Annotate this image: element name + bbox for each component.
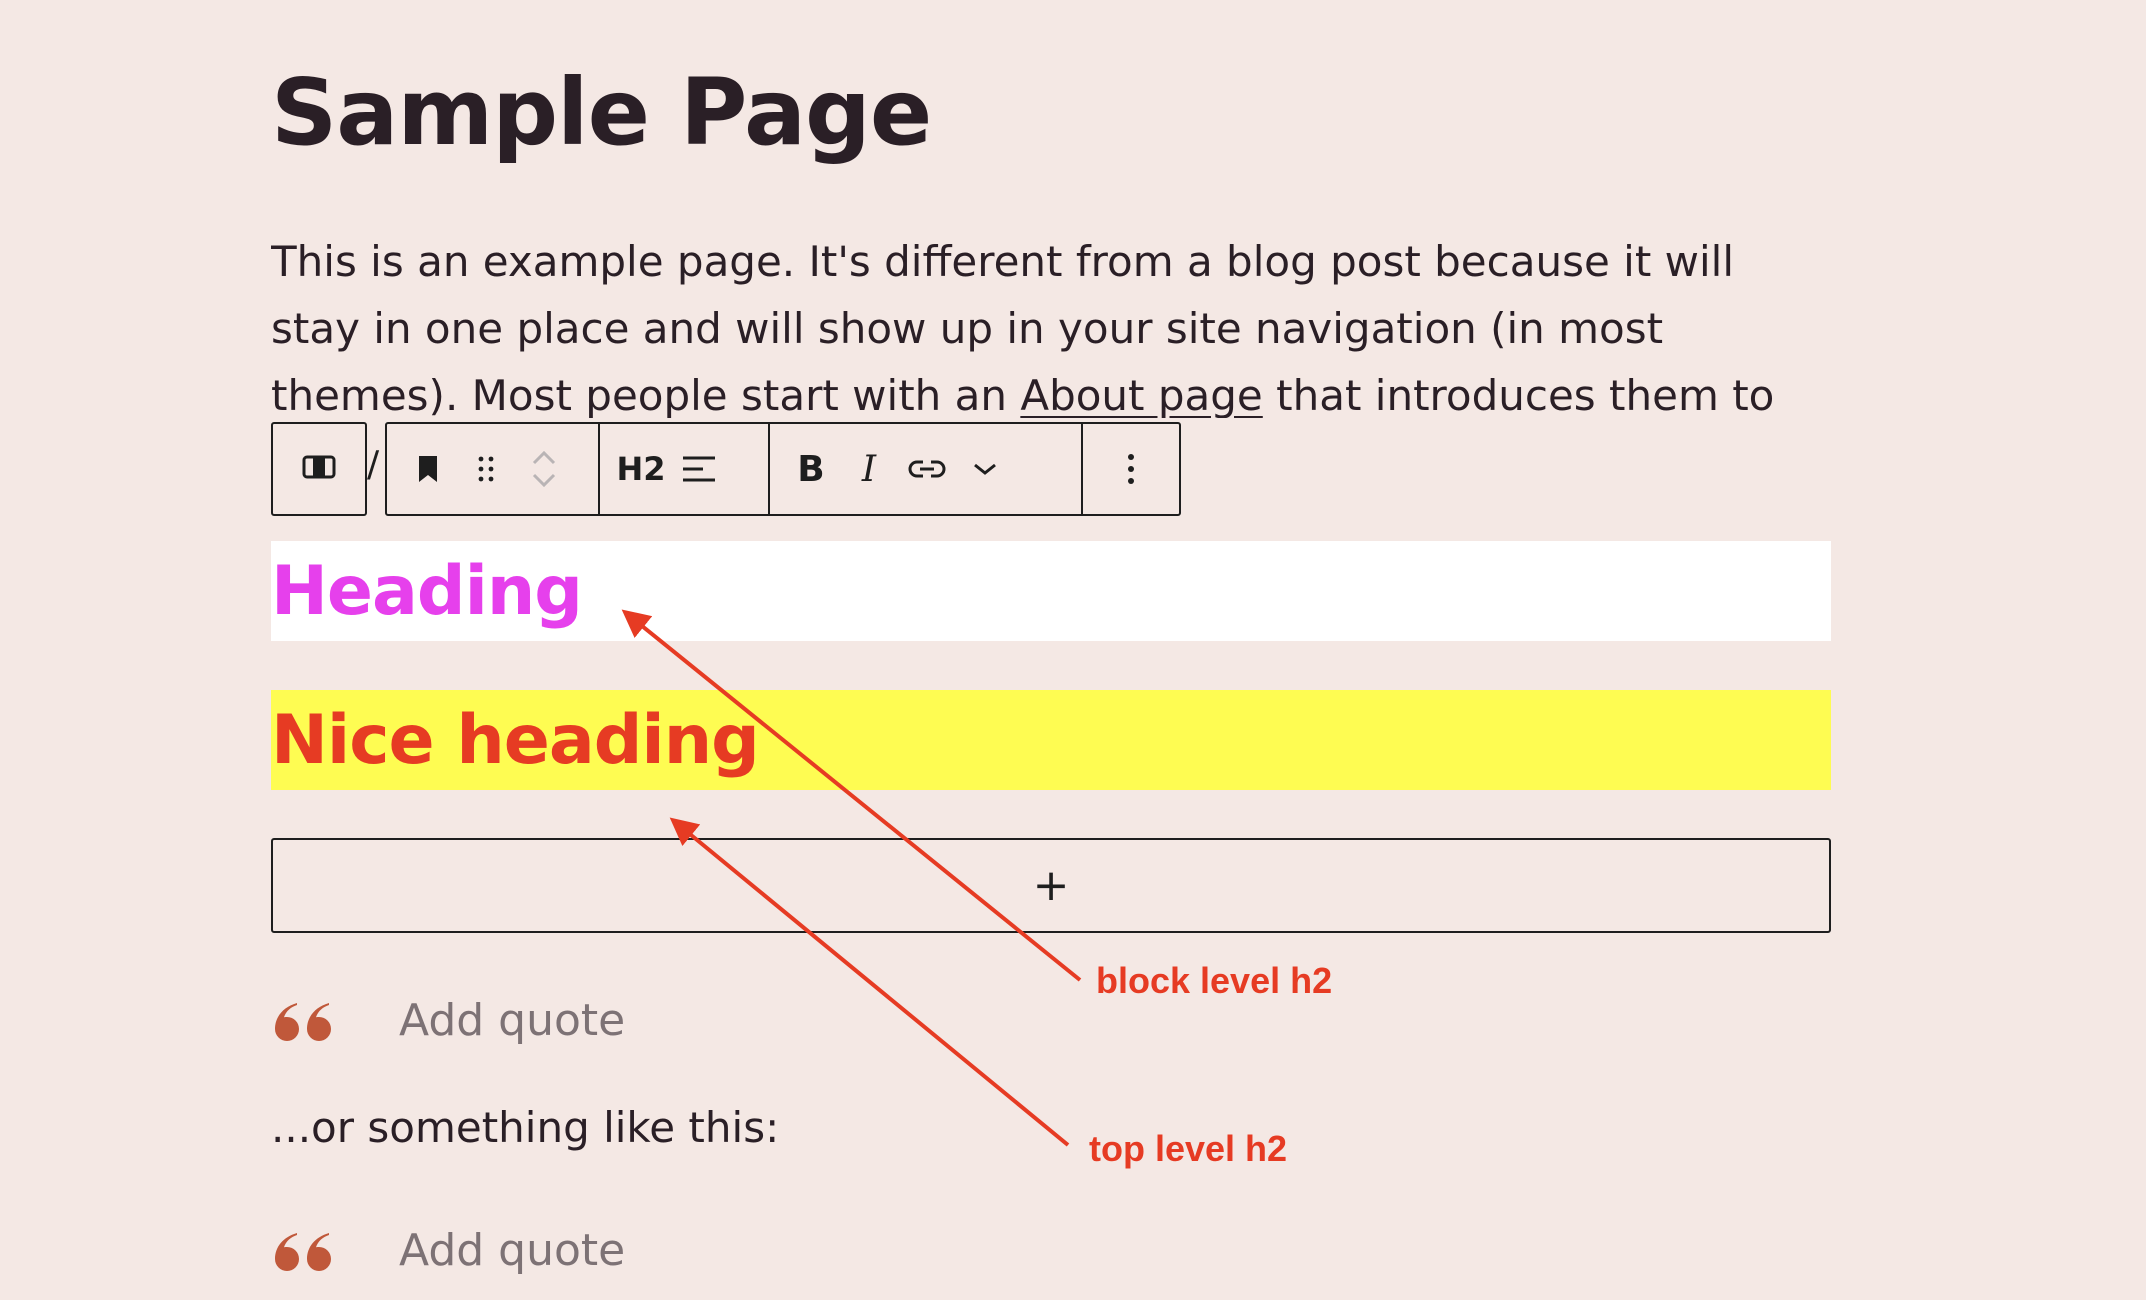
add-block-button[interactable]: + xyxy=(271,838,1831,933)
chevron-down-icon[interactable] xyxy=(956,424,1014,514)
heading-block-1[interactable]: Heading xyxy=(271,541,1831,641)
block-toolbar-main: H2 B I xyxy=(385,422,1181,516)
block-parent-selector[interactable] xyxy=(271,422,367,516)
intro-paragraph[interactable]: This is an example page. It's different … xyxy=(271,228,1831,418)
about-page-link[interactable]: About page xyxy=(1020,371,1262,418)
heading-block-2[interactable]: Nice heading xyxy=(271,690,1831,790)
heading-text-1[interactable]: Heading xyxy=(271,552,583,631)
heading-text-2[interactable]: Nice heading xyxy=(271,701,760,780)
overflow-glyph: / xyxy=(367,444,380,485)
paragraph-or-something[interactable]: ...or something like this: xyxy=(271,1103,779,1152)
bookmark-icon[interactable] xyxy=(399,424,457,514)
quote-mark-icon xyxy=(271,1225,333,1275)
quote-mark-icon xyxy=(271,995,333,1045)
toolbar-gap: / xyxy=(367,422,385,516)
align-left-icon[interactable] xyxy=(670,424,728,514)
heading-level-button[interactable]: H2 xyxy=(612,424,670,514)
move-buttons xyxy=(515,424,573,514)
link-icon[interactable] xyxy=(898,424,956,514)
quote-block-1[interactable]: Add quote xyxy=(271,985,625,1055)
quote-block-2[interactable]: Add quote xyxy=(271,1215,625,1285)
move-down-icon[interactable] xyxy=(530,469,558,491)
italic-button[interactable]: I xyxy=(840,424,898,514)
toolbar-options xyxy=(1083,424,1179,514)
more-options-icon[interactable] xyxy=(1102,424,1160,514)
toolbar-block-controls xyxy=(387,424,600,514)
plus-icon: + xyxy=(1032,860,1070,911)
annotation-top-level: top level h2 xyxy=(1089,1128,1288,1169)
move-up-icon[interactable] xyxy=(530,447,558,469)
toolbar-heading-controls: H2 xyxy=(600,424,770,514)
toolbar-format-controls: B I xyxy=(770,424,1083,514)
bold-button[interactable]: B xyxy=(782,424,840,514)
quote-placeholder[interactable]: Add quote xyxy=(399,995,625,1046)
drag-handle-icon[interactable] xyxy=(457,424,515,514)
block-type-icon xyxy=(302,455,336,483)
quote-placeholder[interactable]: Add quote xyxy=(399,1225,625,1276)
block-toolbar: / H2 B I xyxy=(271,422,1181,516)
annotation-block-level: block level h2 xyxy=(1096,960,1333,1001)
page-title[interactable]: Sample Page xyxy=(271,58,932,168)
